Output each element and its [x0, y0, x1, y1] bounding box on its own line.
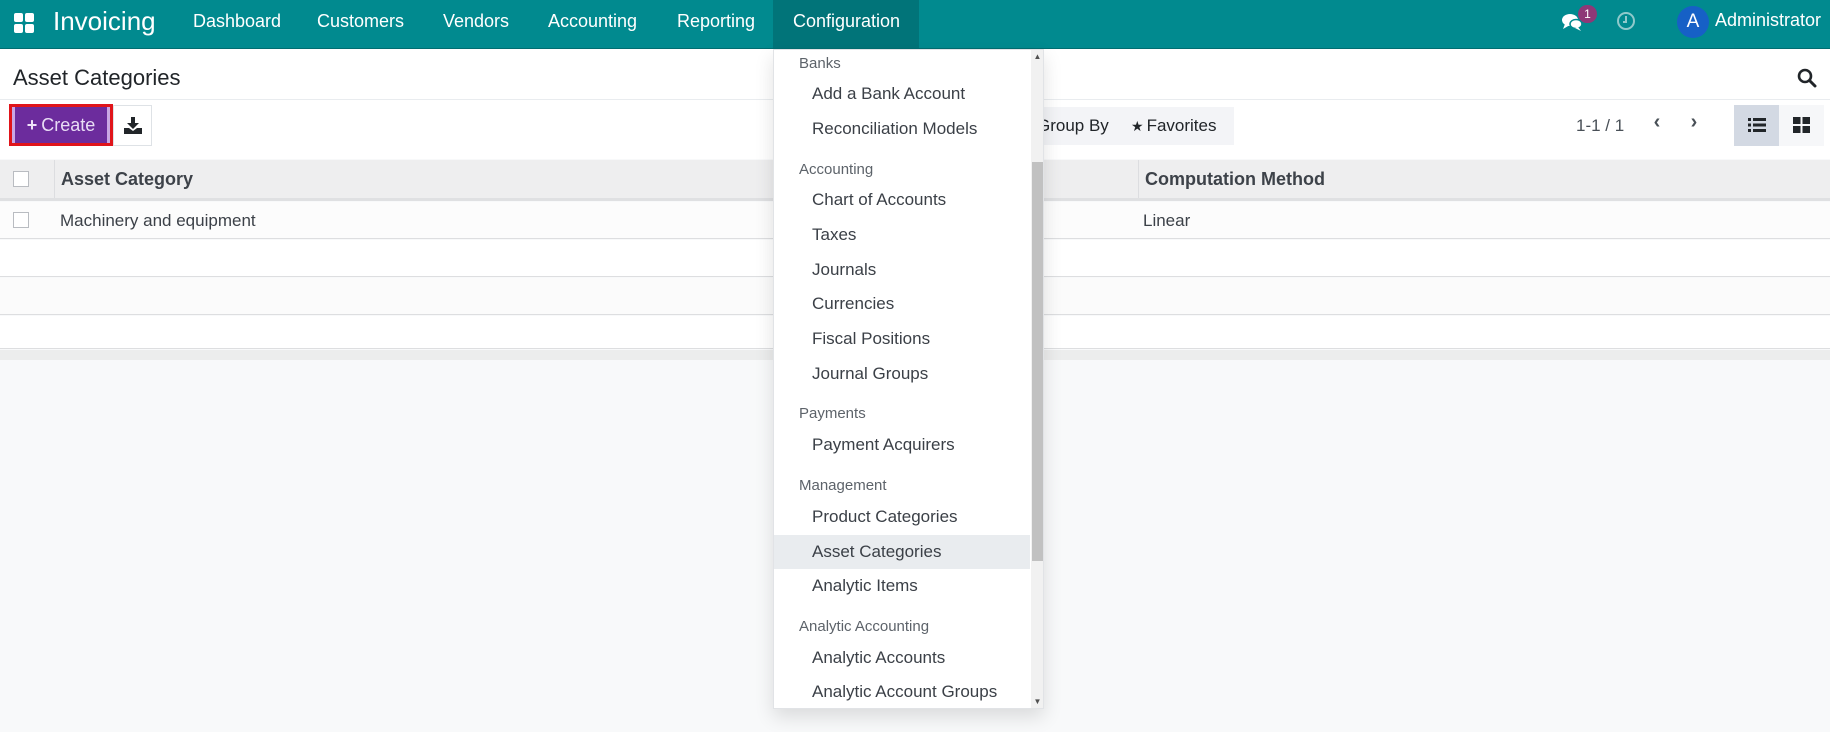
menu-accounting[interactable]: Accounting: [528, 0, 657, 48]
menu-dashboard[interactable]: Dashboard: [173, 0, 301, 48]
dropdown-scrollbar-thumb[interactable]: [1032, 162, 1043, 561]
scroll-up-arrow-icon[interactable]: ▲: [1033, 53, 1042, 61]
create-label: Create: [41, 115, 96, 135]
column-computation-method[interactable]: Computation Method: [1145, 160, 1325, 198]
kanban-icon: [1793, 117, 1810, 133]
configuration-dropdown: Banks Add a Bank Account Reconciliation …: [773, 49, 1044, 709]
column-asset-category[interactable]: Asset Category: [61, 160, 193, 198]
page-title: Asset Categories: [13, 65, 181, 90]
column-separator: [1138, 160, 1139, 198]
favorites-label: Favorites: [1146, 116, 1217, 135]
user-name[interactable]: Administrator: [1715, 10, 1821, 31]
asset-category-cell: Machinery and equipment: [60, 211, 256, 230]
menu-item-reconciliation-models[interactable]: Reconciliation Models: [774, 112, 1030, 146]
download-icon: [124, 117, 142, 134]
group-by-button[interactable]: Group By: [1037, 116, 1109, 136]
menu-item-analytic-account-groups[interactable]: Analytic Account Groups: [774, 675, 1030, 708]
section-header-management: Management: [799, 477, 887, 494]
kanban-view-button[interactable]: [1779, 105, 1824, 146]
menu-item-fiscal-positions[interactable]: Fiscal Positions: [774, 322, 1030, 356]
download-button[interactable]: [113, 105, 152, 146]
pager-next-button[interactable]: ›: [1682, 111, 1706, 137]
menu-item-chart-of-accounts[interactable]: Chart of Accounts: [774, 183, 1030, 217]
menu-reporting[interactable]: Reporting: [657, 0, 775, 48]
top-navbar: Invoicing Dashboard Customers Vendors Ac…: [0, 0, 1830, 49]
apps-menu-icon[interactable]: [14, 13, 34, 33]
menu-item-analytic-accounts[interactable]: Analytic Accounts: [774, 641, 1030, 675]
column-separator: [54, 160, 55, 198]
avatar[interactable]: A: [1677, 6, 1709, 38]
list-icon: [1748, 118, 1766, 132]
section-header-analytic-accounting: Analytic Accounting: [799, 618, 930, 635]
clock-icon[interactable]: [1617, 12, 1635, 30]
menu-item-product-categories[interactable]: Product Categories: [774, 500, 1030, 534]
list-view-button[interactable]: [1734, 105, 1779, 146]
pager-value[interactable]: 1-1 / 1: [1576, 116, 1624, 136]
section-header-payments: Payments: [799, 405, 866, 422]
select-all-checkbox[interactable]: [13, 171, 29, 187]
chat-badge: 1: [1578, 5, 1597, 23]
menu-item-currencies[interactable]: Currencies: [774, 287, 1030, 321]
pager-previous-button[interactable]: ‹: [1645, 111, 1669, 137]
scroll-down-arrow-icon[interactable]: ▼: [1033, 698, 1042, 706]
menu-configuration[interactable]: Configuration: [773, 0, 919, 48]
section-header-accounting: Accounting: [799, 161, 874, 178]
menu-customers[interactable]: Customers: [297, 0, 424, 48]
menu-item-add-bank-account[interactable]: Add a Bank Account: [774, 77, 1030, 111]
menu-item-journals[interactable]: Journals: [774, 253, 1030, 287]
star-icon: ★: [1131, 118, 1144, 134]
section-header-banks: Banks: [799, 55, 841, 72]
plus-icon: +: [26, 115, 38, 135]
menu-item-taxes[interactable]: Taxes: [774, 218, 1030, 252]
menu-vendors[interactable]: Vendors: [423, 0, 529, 48]
menu-item-analytic-items[interactable]: Analytic Items: [774, 569, 1030, 603]
menu-item-asset-categories[interactable]: Asset Categories: [774, 535, 1030, 569]
computation-method-cell: Linear: [1143, 211, 1191, 230]
create-button[interactable]: + Create: [9, 104, 113, 146]
app-name[interactable]: Invoicing: [53, 6, 156, 37]
menu-item-journal-groups[interactable]: Journal Groups: [774, 357, 1030, 391]
menu-item-payment-acquirers[interactable]: Payment Acquirers: [774, 428, 1030, 462]
row-checkbox[interactable]: [13, 212, 29, 228]
favorites-button[interactable]: ★ Favorites: [1131, 116, 1216, 136]
search-icon[interactable]: [1797, 68, 1817, 88]
